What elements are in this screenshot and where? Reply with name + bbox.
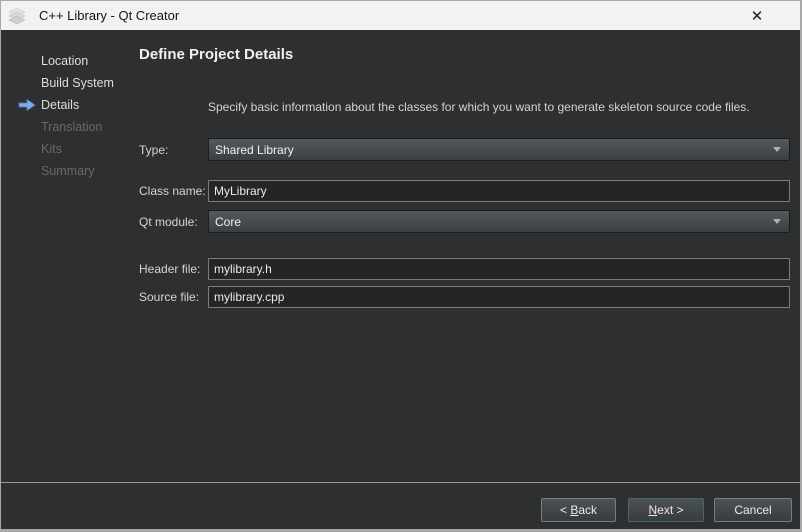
header-file-input[interactable] <box>208 258 790 280</box>
class-name-input[interactable] <box>208 180 790 202</box>
layers-icon <box>8 7 26 25</box>
step-build-system: Build System <box>1 72 133 94</box>
source-file-label: Source file: <box>139 290 208 304</box>
next-button[interactable]: Next > <box>628 498 704 522</box>
window-title: C++ Library - Qt Creator <box>39 8 179 23</box>
qt-module-label: Qt module: <box>139 215 208 229</box>
close-icon[interactable]: ✕ <box>739 1 775 30</box>
page-title: Define Project Details <box>139 46 293 63</box>
header-file-label: Header file: <box>139 262 208 276</box>
title-bar[interactable]: C++ Library - Qt Creator ✕ <box>1 1 800 30</box>
step-translation: Translation <box>1 116 133 138</box>
back-button[interactable]: < Back <box>541 498 616 522</box>
arrow-right-icon <box>18 99 36 111</box>
step-kits: Kits <box>1 138 133 160</box>
step-label: Location <box>41 54 88 68</box>
source-file-row: Source file: <box>139 285 790 308</box>
type-combobox-value: Shared Library <box>215 143 294 157</box>
qt-module-combobox-value: Core <box>215 215 241 229</box>
chevron-down-icon <box>773 147 781 152</box>
step-label: Translation <box>41 120 102 134</box>
type-combobox[interactable]: Shared Library <box>208 138 790 161</box>
qt-module-row: Qt module: Core <box>139 210 790 233</box>
cancel-button[interactable]: Cancel <box>714 498 792 522</box>
step-location: Location <box>1 50 133 72</box>
source-file-input[interactable] <box>208 286 790 308</box>
step-details: Details <box>1 94 133 116</box>
class-name-row: Class name: <box>139 179 790 202</box>
step-label: Details <box>41 98 79 112</box>
step-label: Summary <box>41 164 94 178</box>
step-label: Kits <box>41 142 62 156</box>
type-row: Type: Shared Library <box>139 138 790 161</box>
back-button-label: < Back <box>560 503 597 517</box>
class-name-label: Class name: <box>139 184 208 198</box>
next-button-label: Next > <box>648 503 683 517</box>
step-label: Build System <box>41 76 114 90</box>
step-summary: Summary <box>1 160 133 182</box>
page-description: Specify basic information about the clas… <box>208 100 794 114</box>
chevron-down-icon <box>773 219 781 224</box>
wizard-dialog: C++ Library - Qt Creator ✕ Location Buil… <box>0 0 802 532</box>
qt-module-combobox[interactable]: Core <box>208 210 790 233</box>
button-row-separator <box>1 482 800 483</box>
header-file-row: Header file: <box>139 257 790 280</box>
cancel-button-label: Cancel <box>734 503 771 517</box>
type-label: Type: <box>139 143 208 157</box>
wizard-steps: Location Build System Details Translatio… <box>1 30 133 182</box>
